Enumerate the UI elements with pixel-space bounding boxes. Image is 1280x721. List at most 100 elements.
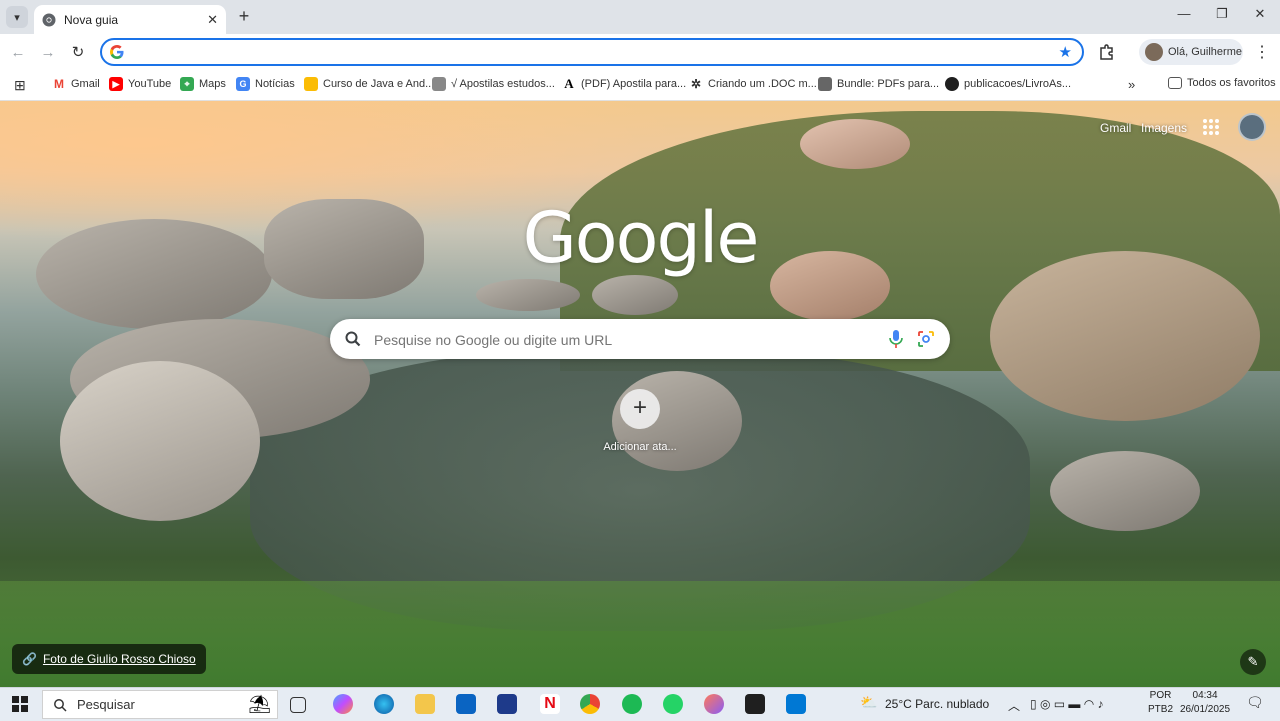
google-search-box[interactable] <box>330 319 950 359</box>
extensions-icon[interactable] <box>1098 43 1116 61</box>
bookmark-pdf-apostila[interactable]: A (PDF) Apostila para... <box>562 76 686 91</box>
chrome-icon <box>42 13 56 26</box>
bookmark-label: Bundle: PDFs para... <box>837 78 940 90</box>
add-shortcut[interactable]: + Adicionar ata... <box>598 389 682 453</box>
address-input[interactable] <box>132 43 1036 63</box>
photo-credit-link[interactable]: Foto de Giulio Rosso Chioso <box>43 652 196 666</box>
account-avatar[interactable] <box>1238 113 1266 141</box>
notifications-icon[interactable]: 🗨 <box>1246 694 1264 711</box>
profile-label: Olá, Guilherme <box>1168 46 1242 58</box>
back-button[interactable]: ← <box>7 42 29 64</box>
edge-icon[interactable] <box>374 694 394 714</box>
apps-icon[interactable]: ⊞ <box>14 77 26 94</box>
plus-icon: + <box>620 389 660 429</box>
taskbar-search-label: Pesquisar <box>77 697 135 712</box>
lang-code: POR <box>1149 690 1172 701</box>
bookmark-label: √ Apostilas estudos... <box>451 78 555 90</box>
weather-text[interactable]: 25°C Parc. nublado <box>885 697 989 711</box>
google-apps-icon[interactable] <box>1203 119 1219 135</box>
all-bookmarks-label: Todos os favoritos <box>1187 77 1276 89</box>
youtube-icon: ▶ <box>109 77 123 91</box>
bookmark-curso-java[interactable]: Curso de Java e And... <box>304 77 434 91</box>
bookmark-icon <box>304 77 318 91</box>
maximize-button[interactable]: ❐ <box>1208 6 1236 22</box>
close-tab-icon[interactable]: ✕ <box>207 12 218 28</box>
background-rock <box>990 251 1260 421</box>
news-icon: G <box>236 77 250 91</box>
bookmark-apostilas[interactable]: √ Apostilas estudos... <box>432 77 555 91</box>
beach-icon: ⛱ <box>248 694 271 714</box>
taskbar-search-box[interactable]: Pesquisar ⛱ <box>42 690 278 719</box>
tab-nova-guia[interactable]: Nova guia ✕ <box>34 5 226 34</box>
close-window-button[interactable]: ✕ <box>1246 6 1274 22</box>
background-rock <box>800 119 910 169</box>
more-bookmarks-icon[interactable]: » <box>1128 77 1135 92</box>
toolbar: ← → ↻ ★ Olá, Guilherme ⋮ <box>0 34 1280 72</box>
photo-credit: 🔗 Foto de Giulio Rosso Chioso <box>12 644 206 674</box>
bookmark-bundle-pdfs[interactable]: Bundle: PDFs para... <box>818 77 939 91</box>
gmail-icon: M <box>52 77 66 91</box>
netflix-icon[interactable]: N <box>540 694 560 714</box>
background-rock <box>1050 451 1200 531</box>
input-language[interactable]: POR PTB2 <box>1148 689 1173 717</box>
academia-icon: A <box>562 76 576 91</box>
copilot-icon[interactable] <box>333 694 353 714</box>
chrome-taskbar-icon[interactable] <box>580 694 600 714</box>
vscode-icon[interactable] <box>786 694 806 714</box>
windows-taskbar: Pesquisar ⛱ N ⛅ 25°C Parc. nublado ︿ ▯ ◎… <box>0 687 1280 721</box>
bookmark-publicacoes[interactable]: publicacoes/LivroAs... <box>945 77 1071 91</box>
add-shortcut-label: Adicionar ata... <box>603 441 677 453</box>
spotify-icon[interactable] <box>622 694 642 714</box>
bookmark-gmail[interactable]: M Gmail <box>52 77 100 91</box>
avatar <box>1145 43 1163 61</box>
app-l-icon[interactable] <box>497 694 517 714</box>
terminal-icon[interactable] <box>745 694 765 714</box>
background-rock <box>36 219 272 329</box>
google-g-icon <box>110 45 124 59</box>
images-link[interactable]: Imagens <box>1141 121 1187 135</box>
gmail-link[interactable]: Gmail <box>1100 121 1131 135</box>
bookmark-label: Maps <box>199 78 226 90</box>
bookmark-label: YouTube <box>128 78 172 90</box>
background-rock <box>60 361 260 521</box>
google-lens-icon[interactable] <box>916 329 936 349</box>
bookmark-icon: ✲ <box>689 77 703 91</box>
background-rock <box>264 199 424 299</box>
background-rock <box>770 251 890 321</box>
task-view-icon[interactable] <box>290 697 306 713</box>
bookmark-label: Notícias <box>255 78 295 90</box>
app-icon[interactable] <box>704 694 724 714</box>
whatsapp-icon[interactable] <box>663 694 683 714</box>
tray-icons[interactable]: ▯ ◎ ▭ ▬ ◠ ♪ <box>1030 697 1104 711</box>
outlook-icon[interactable] <box>456 694 476 714</box>
bookmark-youtube[interactable]: ▶ YouTube <box>109 77 171 91</box>
file-explorer-icon[interactable] <box>415 694 435 714</box>
tab-search-button[interactable]: ▾ <box>6 6 28 28</box>
clock[interactable]: 04:34 26/01/2025 <box>1180 689 1230 717</box>
new-tab-button[interactable]: + <box>234 6 254 26</box>
bookmark-star-icon[interactable]: ★ <box>1059 43 1072 61</box>
tab-title: Nova guia <box>64 12 119 27</box>
weather-icon: ⛅ <box>860 694 878 710</box>
forward-button[interactable]: → <box>37 42 59 64</box>
bookmark-maps[interactable]: ⌖ Maps <box>180 77 226 91</box>
search-icon <box>54 698 67 712</box>
github-icon <box>945 77 959 91</box>
bookmark-label: publicacoes/LivroAs... <box>964 78 1071 90</box>
all-bookmarks-folder[interactable]: Todos os favoritos <box>1168 77 1276 89</box>
search-input[interactable] <box>372 329 876 351</box>
tray-chevron-icon[interactable]: ︿ <box>1008 697 1020 714</box>
windows-start-icon[interactable] <box>12 696 28 712</box>
background-rock <box>476 279 580 311</box>
bookmark-noticias[interactable]: G Notícias <box>236 77 295 91</box>
background-rock <box>592 275 678 315</box>
bookmark-criando-doc[interactable]: ✲ Criando um .DOC m... <box>689 77 817 91</box>
minimize-button[interactable]: — <box>1170 6 1198 21</box>
address-bar[interactable]: ★ <box>100 38 1084 66</box>
bookmarks-bar: ⊞ M Gmail ▶ YouTube ⌖ Maps G Notícias Cu… <box>0 72 1280 101</box>
reload-button[interactable]: ↻ <box>67 42 89 64</box>
voice-search-icon[interactable] <box>888 329 904 349</box>
customize-pencil-icon[interactable]: ✎ <box>1240 649 1266 675</box>
more-options-icon[interactable]: ⋮ <box>1254 42 1270 62</box>
profile-chip[interactable]: Olá, Guilherme <box>1139 39 1243 65</box>
